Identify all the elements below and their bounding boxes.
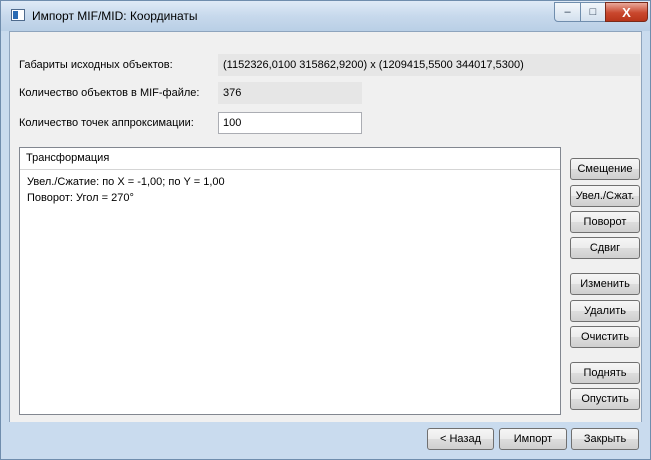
transform-item-rotation[interactable]: Поворот: Угол = 270°: [27, 192, 134, 204]
import-button[interactable]: Импорт: [499, 428, 567, 450]
move-down-button[interactable]: Опустить: [570, 388, 640, 410]
object-count-value: 376: [218, 82, 362, 104]
scale-button[interactable]: Увел./Сжат.: [570, 185, 640, 207]
back-button[interactable]: < Назад: [427, 428, 494, 450]
shift-button[interactable]: Сдвиг: [570, 237, 640, 259]
bounds-value: (1152326,0100 315862,9200) x (1209415,55…: [218, 54, 640, 76]
dialog-body: Габариты исходных объектов: (1152326,010…: [9, 31, 642, 423]
close-window-button[interactable]: X: [605, 2, 648, 22]
approx-points-input[interactable]: 100: [218, 112, 362, 134]
delete-button[interactable]: Удалить: [570, 300, 640, 322]
clear-button[interactable]: Очистить: [570, 326, 640, 348]
edit-button[interactable]: Изменить: [570, 273, 640, 295]
bounds-label: Габариты исходных объектов:: [19, 59, 173, 71]
transform-item-scale[interactable]: Увел./Сжатие: по X = -1,00; по Y = 1,00: [27, 176, 225, 188]
maximize-button[interactable]: □: [580, 2, 606, 22]
import-dialog-window: Импорт MIF/MID: Координаты – □ X Габарит…: [0, 0, 651, 460]
transform-list-header: Трансформация: [20, 148, 560, 170]
title-bar[interactable]: Импорт MIF/MID: Координаты – □ X: [1, 1, 650, 31]
transform-list[interactable]: Трансформация Увел./Сжатие: по X = -1,00…: [19, 147, 561, 415]
minimize-button[interactable]: –: [554, 2, 581, 22]
close-button[interactable]: Закрыть: [571, 428, 639, 450]
window-icon: [11, 9, 25, 21]
offset-button[interactable]: Смещение: [570, 158, 640, 180]
dialog-footer: < Назад Импорт Закрыть: [9, 422, 642, 456]
object-count-label: Количество объектов в MIF-файле:: [19, 87, 200, 99]
move-up-button[interactable]: Поднять: [570, 362, 640, 384]
approx-points-label: Количество точек аппроксимации:: [19, 117, 194, 129]
rotate-button[interactable]: Поворот: [570, 211, 640, 233]
window-title: Импорт MIF/MID: Координаты: [32, 9, 198, 23]
